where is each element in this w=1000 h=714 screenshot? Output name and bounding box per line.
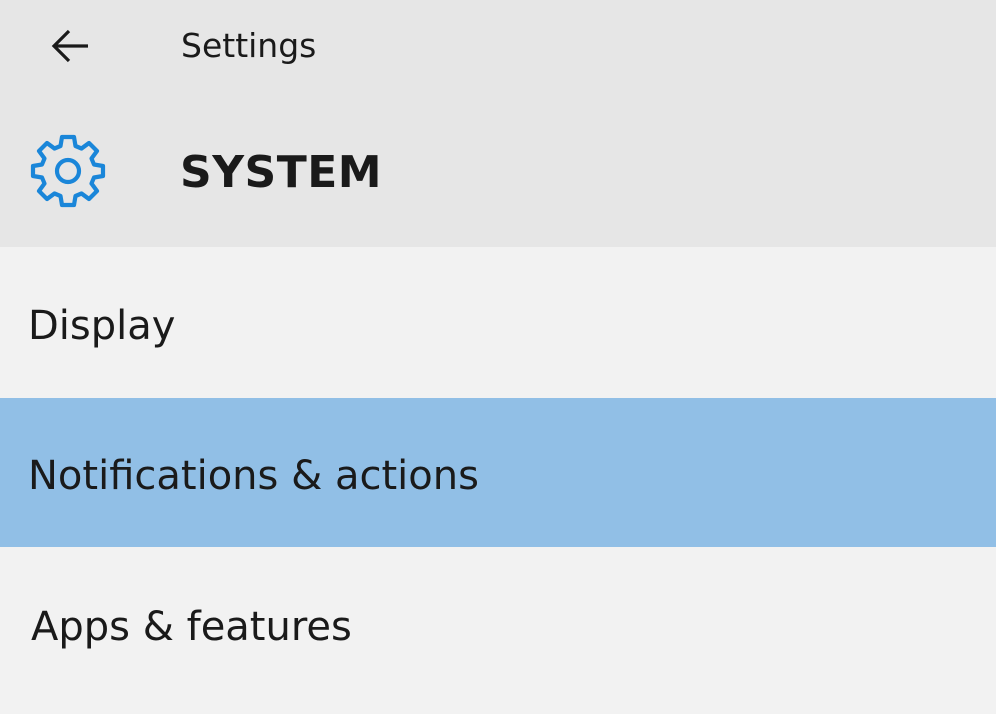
back-button[interactable] <box>40 20 100 72</box>
back-arrow-icon <box>51 29 88 63</box>
section-title: SYSTEM <box>180 147 383 198</box>
gear-icon <box>30 134 106 208</box>
nav-item-notifications-actions[interactable]: Notifications & actions <box>0 398 996 547</box>
nav-list: Display Notifications & actions Apps & f… <box>0 247 1000 714</box>
nav-item-display[interactable]: Display <box>0 247 996 397</box>
nav-item-label: Display <box>28 303 176 349</box>
app-title: Settings <box>181 26 317 65</box>
nav-item-label: Apps & features <box>31 604 352 650</box>
section-header: SYSTEM <box>0 120 1000 230</box>
title-bar: Settings <box>0 0 1000 95</box>
nav-item-apps-features[interactable]: Apps & features <box>0 548 996 698</box>
window-edge <box>996 0 1000 714</box>
settings-header: Settings SYSTEM <box>0 0 1000 247</box>
nav-item-label: Notifications & actions <box>28 453 479 499</box>
